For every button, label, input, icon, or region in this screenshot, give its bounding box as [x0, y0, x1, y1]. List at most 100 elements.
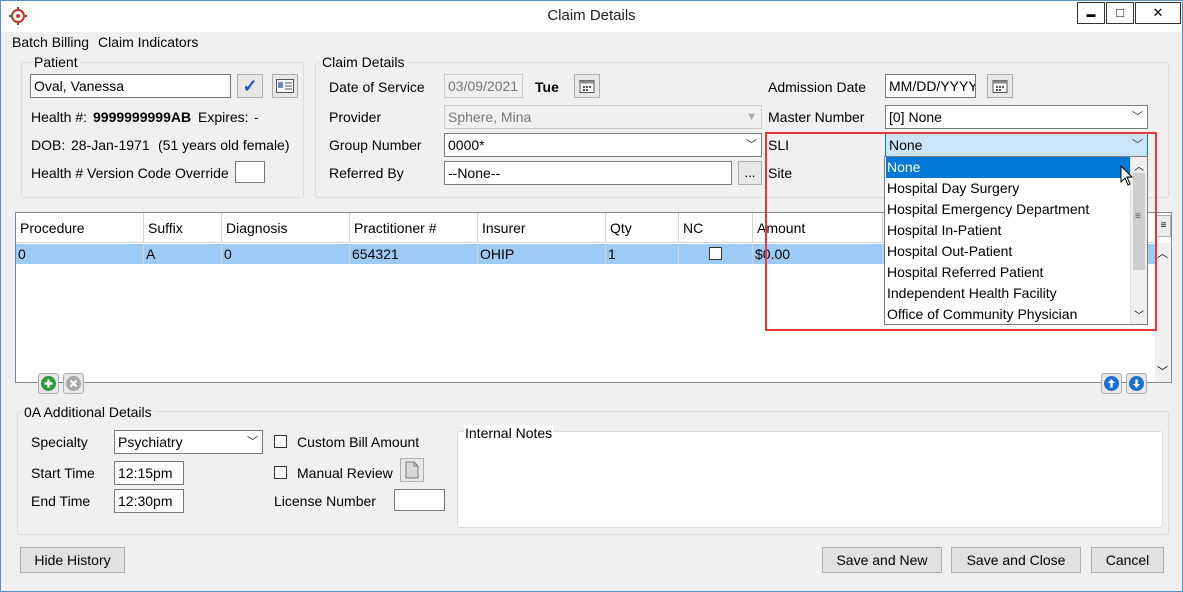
- age-text: (51 years old female): [158, 137, 290, 153]
- hide-history-button[interactable]: Hide History: [20, 547, 125, 573]
- cell-qty[interactable]: 1: [606, 244, 679, 264]
- version-override-label: Health # Version Code Override: [31, 165, 229, 181]
- internal-notes-field[interactable]: [457, 431, 1163, 528]
- manual-review-note-button[interactable]: [400, 458, 424, 482]
- save-and-close-button[interactable]: Save and Close: [951, 547, 1081, 573]
- verify-button[interactable]: ✓: [237, 74, 263, 98]
- checkmark-icon: ✓: [242, 76, 258, 96]
- referred-by-label: Referred By: [329, 165, 404, 181]
- column-qty[interactable]: Qty: [606, 213, 679, 243]
- specialty-select[interactable]: Psychiatry ﹀: [114, 430, 263, 454]
- grid-scrollbar[interactable]: ︿ ﹀: [1155, 243, 1171, 382]
- cell-practitioner[interactable]: 654321: [350, 244, 478, 264]
- custom-bill-checkbox[interactable]: [274, 435, 287, 448]
- specialty-label: Specialty: [31, 434, 88, 450]
- referred-by-field[interactable]: --None--: [444, 161, 732, 185]
- calendar-icon: [992, 80, 1008, 93]
- cell-suffix[interactable]: A: [144, 244, 222, 264]
- patient-group-label: Patient: [31, 54, 81, 70]
- cell-insurer[interactable]: OHIP: [478, 244, 606, 264]
- admission-date-field[interactable]: MM/DD/YYYY: [885, 74, 976, 98]
- claim-details-group-label: Claim Details: [319, 54, 408, 70]
- admission-date-calendar-button[interactable]: [987, 74, 1013, 98]
- master-number-label: Master Number: [768, 109, 865, 125]
- version-override-field[interactable]: [235, 161, 265, 183]
- close-icon: ✕: [1152, 5, 1164, 20]
- provider-value: Sphere, Mina: [448, 109, 532, 125]
- id-card-icon: [276, 79, 294, 93]
- column-suffix[interactable]: Suffix: [144, 213, 222, 243]
- health-number-label: Health #:: [31, 109, 88, 125]
- chevron-down-icon: ﹀: [746, 139, 757, 151]
- expires-value: -: [254, 109, 259, 125]
- day-of-week: Tue: [535, 79, 559, 95]
- patient-card-button[interactable]: [272, 74, 298, 98]
- document-icon: [405, 461, 419, 479]
- license-number-field[interactable]: [394, 489, 445, 511]
- add-icon: [41, 376, 56, 391]
- column-chooser-icon: ≡: [1160, 220, 1167, 231]
- group-number-label: Group Number: [329, 137, 422, 153]
- manual-review-label: Manual Review: [297, 465, 393, 481]
- cancel-button[interactable]: Cancel: [1091, 547, 1164, 573]
- date-of-service-field[interactable]: 03/09/2021: [444, 74, 523, 98]
- cell-procedure[interactable]: 0: [16, 244, 144, 264]
- remove-row-button[interactable]: [63, 373, 84, 394]
- move-up-button[interactable]: [1101, 373, 1122, 394]
- menu-claim-indicators[interactable]: Claim Indicators: [98, 34, 198, 50]
- column-diagnosis[interactable]: Diagnosis: [222, 213, 350, 243]
- group-number-select[interactable]: 0000* ﹀: [444, 133, 762, 157]
- end-time-label: End Time: [31, 493, 91, 509]
- title-bar: Claim Details ▬ □ ✕: [1, 1, 1182, 32]
- master-number-value: [0] None: [889, 109, 942, 125]
- chevron-down-icon: ﹀: [1132, 111, 1143, 123]
- additional-details-group-label: 0A Additional Details: [21, 404, 155, 420]
- maximize-button[interactable]: □: [1106, 2, 1134, 24]
- dob-label: DOB:: [31, 137, 66, 153]
- column-insurer[interactable]: Insurer: [478, 213, 606, 243]
- chevron-down-icon: ﹀: [247, 436, 258, 448]
- minimize-button[interactable]: ▬: [1077, 2, 1105, 24]
- provider-label: Provider: [329, 109, 382, 125]
- expires-label: Expires:: [198, 109, 249, 125]
- column-chooser-button[interactable]: ≡: [1156, 215, 1171, 237]
- column-practitioner[interactable]: Practitioner #: [350, 213, 478, 243]
- maximize-icon: □: [1116, 5, 1124, 20]
- chevron-down-icon: ▼: [746, 111, 757, 123]
- custom-bill-label: Custom Bill Amount: [297, 434, 420, 450]
- nc-checkbox[interactable]: [709, 247, 722, 260]
- referred-by-browse-button[interactable]: ...: [738, 161, 762, 185]
- manual-review-checkbox[interactable]: [274, 466, 287, 479]
- patient-name-field[interactable]: Oval, Vanessa: [30, 74, 231, 98]
- end-time-field[interactable]: 12:30pm: [114, 489, 184, 513]
- save-and-new-button[interactable]: Save and New: [822, 547, 942, 573]
- cell-diagnosis[interactable]: 0: [222, 244, 350, 264]
- calendar-icon: [579, 80, 595, 93]
- health-number-value: 9999999999AB: [93, 109, 192, 125]
- close-button[interactable]: ✕: [1135, 2, 1181, 24]
- group-number-value: 0000*: [448, 137, 485, 153]
- arrow-down-icon: [1129, 376, 1144, 391]
- scroll-down-icon[interactable]: ﹀: [1157, 363, 1168, 379]
- column-nc[interactable]: NC: [679, 213, 753, 243]
- date-of-service-calendar-button[interactable]: [574, 74, 600, 98]
- column-procedure[interactable]: Procedure: [16, 213, 144, 243]
- start-time-field[interactable]: 12:15pm: [114, 461, 184, 485]
- provider-select[interactable]: Sphere, Mina ▼: [444, 105, 762, 129]
- scroll-up-icon[interactable]: ︿: [1157, 245, 1168, 261]
- menu-bar: Batch Billing Claim Indicators: [1, 32, 1182, 52]
- menu-batch-billing[interactable]: Batch Billing: [12, 34, 89, 50]
- dob-value: 28-Jan-1971: [71, 137, 150, 153]
- minimize-icon: ▬: [1086, 9, 1096, 19]
- window-title: Claim Details: [547, 7, 636, 24]
- master-number-select[interactable]: [0] None ﹀: [885, 105, 1148, 129]
- add-row-button[interactable]: [38, 373, 59, 394]
- admission-date-label: Admission Date: [768, 79, 867, 95]
- date-of-service-label: Date of Service: [329, 79, 425, 95]
- arrow-up-icon: [1104, 376, 1119, 391]
- annotation-highlight-box: [765, 132, 1157, 331]
- move-down-button[interactable]: [1126, 373, 1147, 394]
- claim-details-window: Claim Details ▬ □ ✕ Batch Billing Claim …: [0, 0, 1183, 592]
- license-number-label: License Number: [274, 493, 376, 509]
- cell-nc: [679, 244, 753, 264]
